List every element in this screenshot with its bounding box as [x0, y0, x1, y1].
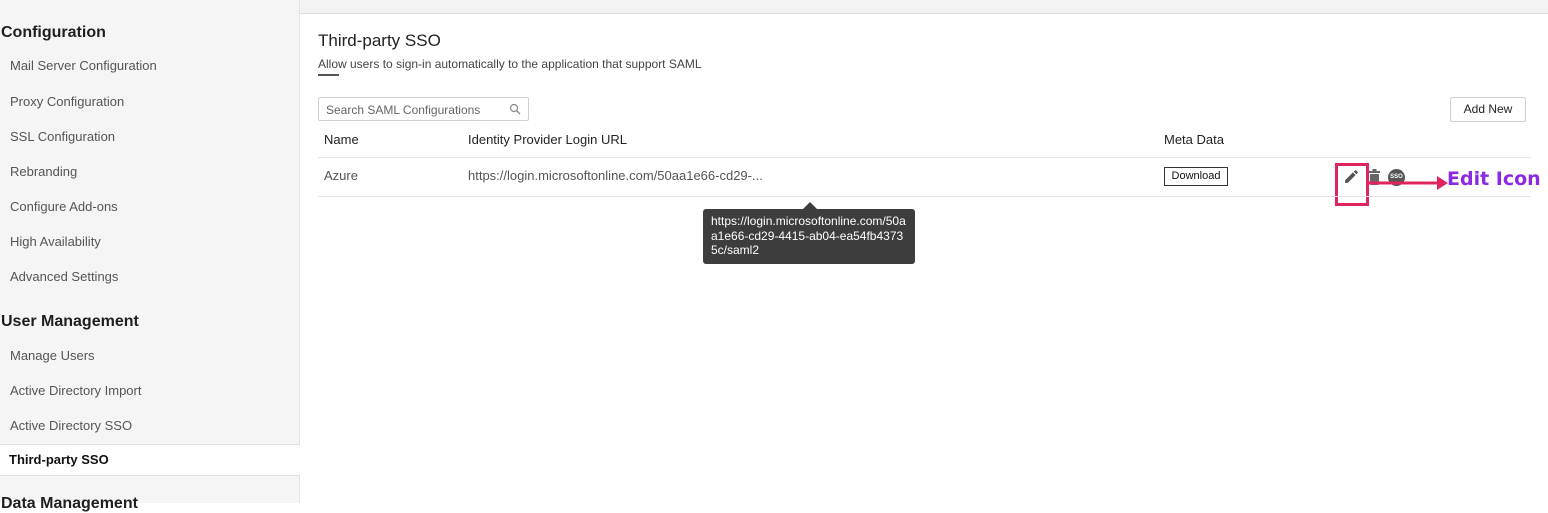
edit-icon[interactable]	[1343, 168, 1360, 185]
row-name-cell: Azure	[324, 168, 358, 183]
sidebar-item-proxy-configuration[interactable]: Proxy Configuration	[10, 94, 124, 109]
top-bar	[300, 0, 1548, 14]
section-title-configuration: Configuration	[1, 24, 106, 41]
search-box[interactable]	[318, 97, 529, 121]
sidebar-item-active-directory-import[interactable]: Active Directory Import	[10, 383, 141, 398]
header-divider	[318, 157, 1531, 158]
add-new-button[interactable]: Add New	[1450, 97, 1526, 122]
sidebar-item-rebranding[interactable]: Rebranding	[10, 164, 77, 179]
url-tooltip: https://login.microsoftonline.com/50aa1e…	[703, 209, 915, 264]
section-title-data-management: Data Management	[1, 495, 138, 512]
sidebar: Configuration Mail Server Configuration …	[0, 0, 300, 512]
section-title-user-management: User Management	[1, 313, 139, 330]
row-url-cell[interactable]: https://login.microsoftonline.com/50aa1e…	[468, 168, 763, 183]
page-title: Third-party SSO	[318, 31, 441, 50]
annotation-label: Edit Icon	[1447, 168, 1541, 190]
column-header-name: Name	[324, 132, 359, 147]
sidebar-item-manage-users[interactable]: Manage Users	[10, 348, 95, 363]
tooltip-arrow	[803, 202, 817, 209]
sidebar-item-third-party-sso[interactable]: Third-party SSO	[0, 444, 300, 476]
search-icon[interactable]	[509, 103, 521, 115]
sidebar-item-configure-add-ons[interactable]: Configure Add-ons	[10, 199, 118, 214]
column-header-meta-data: Meta Data	[1164, 132, 1224, 147]
sidebar-item-mail-server-configuration[interactable]: Mail Server Configuration	[10, 58, 157, 73]
row-divider	[318, 196, 1531, 197]
sidebar-item-active-directory-sso[interactable]: Active Directory SSO	[10, 418, 132, 433]
sidebar-item-high-availability[interactable]: High Availability	[10, 234, 101, 249]
page-description: Allow users to sign-in automatically to …	[318, 57, 702, 71]
description-underline	[318, 74, 339, 76]
sidebar-item-ssl-configuration[interactable]: SSL Configuration	[10, 129, 115, 144]
download-metadata-button[interactable]: Download	[1164, 167, 1228, 186]
sidebar-item-advanced-settings[interactable]: Advanced Settings	[10, 269, 118, 284]
annotation-arrow-icon	[1367, 175, 1448, 190]
column-header-identity-provider-login-url: Identity Provider Login URL	[468, 132, 627, 147]
search-input[interactable]	[324, 101, 508, 119]
